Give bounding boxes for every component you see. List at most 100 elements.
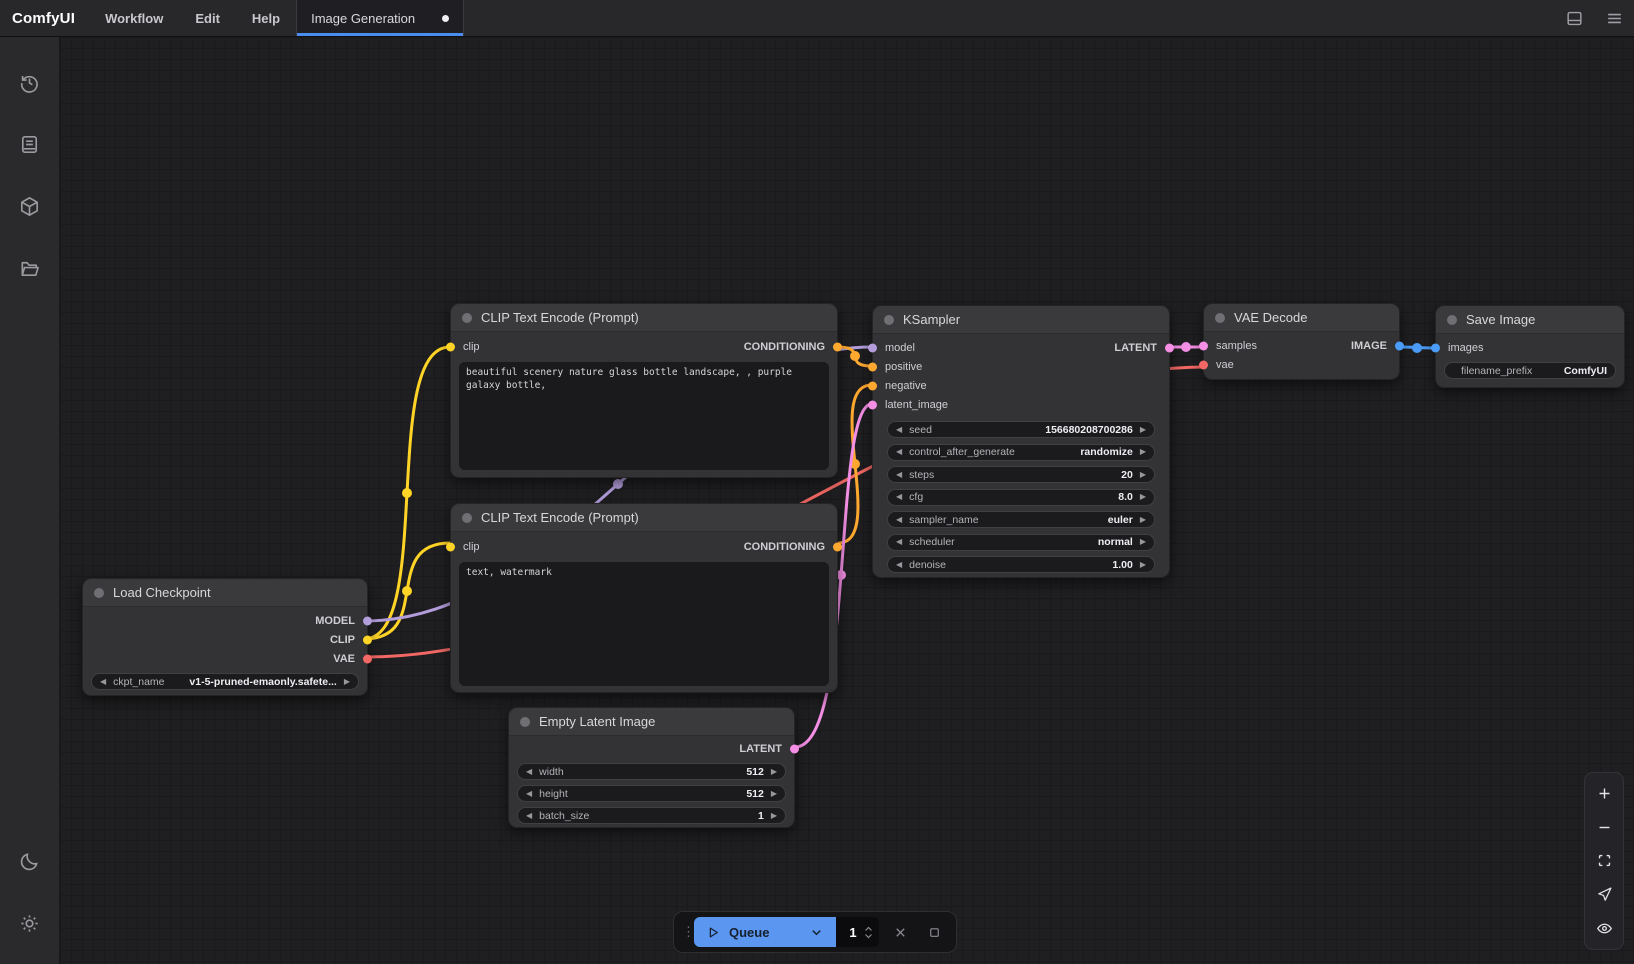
history-icon[interactable] xyxy=(0,51,60,113)
widget-left-arrow-icon[interactable]: ◀ xyxy=(526,790,532,798)
prompt-textarea[interactable]: text, watermark xyxy=(459,562,829,686)
batch-count-spinner[interactable] xyxy=(864,926,873,939)
settings-gear-icon[interactable] xyxy=(0,892,60,954)
collapse-dot[interactable] xyxy=(94,588,104,598)
node-clip-text-encode-negative[interactable]: CLIP Text Encode (Prompt) clip CONDITION… xyxy=(450,503,838,693)
batch-count-input[interactable]: 1 xyxy=(836,917,880,947)
widget-right-arrow-icon[interactable]: ▶ xyxy=(1140,516,1146,524)
node-header[interactable]: Empty Latent Image xyxy=(509,708,794,736)
drag-handle-icon[interactable]: ⋮ xyxy=(682,924,694,940)
widget-batch-size[interactable]: ◀ batch_size 1 ▶ xyxy=(517,807,786,824)
widget-control-after-generate[interactable]: ◀ control_after_generate randomize ▶ xyxy=(887,444,1155,461)
widget-right-arrow-icon[interactable]: ▶ xyxy=(771,790,777,798)
widget-right-arrow-icon[interactable]: ▶ xyxy=(1140,493,1146,501)
output-image-dot[interactable] xyxy=(1395,341,1404,350)
node-header[interactable]: VAE Decode xyxy=(1204,304,1399,332)
select-mode-icon[interactable] xyxy=(1587,880,1621,910)
collapse-dot[interactable] xyxy=(1447,315,1457,325)
theme-moon-icon[interactable] xyxy=(0,830,60,892)
input-clip-dot[interactable] xyxy=(446,542,455,551)
log-icon[interactable] xyxy=(0,113,60,175)
zoom-out-icon[interactable] xyxy=(1587,812,1621,842)
menu-help[interactable]: Help xyxy=(236,0,296,36)
input-clip-dot[interactable] xyxy=(446,342,455,351)
output-vae-dot[interactable] xyxy=(363,654,372,663)
collapse-dot[interactable] xyxy=(462,313,472,323)
output-conditioning-dot[interactable] xyxy=(833,542,842,551)
widget-scheduler[interactable]: ◀ scheduler normal ▶ xyxy=(887,534,1155,551)
widget-sampler-name[interactable]: ◀ sampler_name euler ▶ xyxy=(887,511,1155,528)
widget-seed[interactable]: ◀ seed 156680208700286 ▶ xyxy=(887,421,1155,438)
widget-right-arrow-icon[interactable]: ▶ xyxy=(1140,538,1146,546)
node-header[interactable]: Load Checkpoint xyxy=(83,579,367,607)
menu-edit[interactable]: Edit xyxy=(179,0,236,36)
widget-name: cfg xyxy=(909,491,923,503)
widget-right-arrow-icon[interactable]: ▶ xyxy=(771,768,777,776)
node-graph-canvas[interactable] xyxy=(60,37,1634,964)
toggle-link-visibility-eye-icon[interactable] xyxy=(1587,913,1621,943)
widget-ckpt-name[interactable]: ◀ ckpt_name v1-5-pruned-emaonly.safete..… xyxy=(91,673,359,690)
node-header[interactable]: Save Image xyxy=(1436,306,1624,334)
input-vae-dot[interactable] xyxy=(1199,360,1208,369)
widget-left-arrow-icon[interactable]: ◀ xyxy=(896,561,902,569)
node-save-image[interactable]: Save Image images filename_prefix ComfyU… xyxy=(1435,305,1625,388)
widget-height[interactable]: ◀ height 512 ▶ xyxy=(517,785,786,802)
collapse-dot[interactable] xyxy=(1215,313,1225,323)
input-model-dot[interactable] xyxy=(868,343,877,352)
node-load-checkpoint[interactable]: Load Checkpoint MODEL CLIP VAE ◀ ckpt_na… xyxy=(82,578,368,696)
input-negative-dot[interactable] xyxy=(868,381,877,390)
widget-steps[interactable]: ◀ steps 20 ▶ xyxy=(887,466,1155,483)
widget-right-arrow-icon[interactable]: ▶ xyxy=(1140,471,1146,479)
widget-denoise[interactable]: ◀ denoise 1.00 ▶ xyxy=(887,556,1155,573)
input-positive-dot[interactable] xyxy=(868,362,877,371)
output-model-dot[interactable] xyxy=(363,616,372,625)
hamburger-menu-icon[interactable] xyxy=(1594,0,1634,36)
node-header[interactable]: CLIP Text Encode (Prompt) xyxy=(451,504,837,532)
input-samples-dot[interactable] xyxy=(1199,341,1208,350)
widget-right-arrow-icon[interactable]: ▶ xyxy=(1140,448,1146,456)
widget-left-arrow-icon[interactable]: ◀ xyxy=(896,516,902,524)
menu-workflow[interactable]: Workflow xyxy=(89,0,179,36)
widget-right-arrow-icon[interactable]: ▶ xyxy=(1140,561,1146,569)
panel-toggle-icon[interactable] xyxy=(1554,0,1594,36)
widget-width[interactable]: ◀ width 512 ▶ xyxy=(517,763,786,780)
prompt-textarea[interactable]: beautiful scenery nature glass bottle la… xyxy=(459,362,829,470)
widget-right-arrow-icon[interactable]: ▶ xyxy=(1140,426,1146,434)
input-images-dot[interactable] xyxy=(1431,343,1440,352)
node-ksampler[interactable]: KSampler model LATENT positive negative … xyxy=(872,305,1170,578)
widget-right-arrow-icon[interactable]: ▶ xyxy=(771,812,777,820)
node-vae-decode[interactable]: VAE Decode samples IMAGE vae xyxy=(1203,303,1400,380)
widget-left-arrow-icon[interactable]: ◀ xyxy=(100,678,106,686)
widget-cfg[interactable]: ◀ cfg 8.0 ▶ xyxy=(887,489,1155,506)
clear-queue-icon[interactable] xyxy=(887,917,913,947)
output-latent-dot[interactable] xyxy=(1165,343,1174,352)
workflows-folder-icon[interactable] xyxy=(0,237,60,299)
collapse-dot[interactable] xyxy=(520,717,530,727)
widget-left-arrow-icon[interactable]: ◀ xyxy=(526,768,532,776)
input-clip-label: clip xyxy=(463,541,480,553)
output-conditioning-dot[interactable] xyxy=(833,342,842,351)
collapse-dot[interactable] xyxy=(462,513,472,523)
widget-filename-prefix[interactable]: filename_prefix ComfyUI xyxy=(1444,362,1616,379)
widget-left-arrow-icon[interactable]: ◀ xyxy=(896,426,902,434)
widget-left-arrow-icon[interactable]: ◀ xyxy=(896,448,902,456)
output-latent-dot[interactable] xyxy=(790,744,799,753)
node-header[interactable]: KSampler xyxy=(873,306,1169,334)
input-latent-image-dot[interactable] xyxy=(868,400,877,409)
stop-icon[interactable] xyxy=(922,917,948,947)
widget-left-arrow-icon[interactable]: ◀ xyxy=(896,471,902,479)
model-library-icon[interactable] xyxy=(0,175,60,237)
output-clip-dot[interactable] xyxy=(363,635,372,644)
zoom-in-icon[interactable] xyxy=(1587,779,1621,809)
widget-left-arrow-icon[interactable]: ◀ xyxy=(526,812,532,820)
fit-view-icon[interactable] xyxy=(1587,846,1621,876)
node-empty-latent-image[interactable]: Empty Latent Image LATENT ◀ width 512 ▶ … xyxy=(508,707,795,828)
queue-button[interactable]: Queue xyxy=(694,917,836,947)
node-clip-text-encode-positive[interactable]: CLIP Text Encode (Prompt) clip CONDITION… xyxy=(450,303,838,478)
node-header[interactable]: CLIP Text Encode (Prompt) xyxy=(451,304,837,332)
widget-left-arrow-icon[interactable]: ◀ xyxy=(896,538,902,546)
tab-image-generation[interactable]: Image Generation xyxy=(297,0,464,36)
widget-left-arrow-icon[interactable]: ◀ xyxy=(896,493,902,501)
collapse-dot[interactable] xyxy=(884,315,894,325)
widget-right-arrow-icon[interactable]: ▶ xyxy=(344,678,350,686)
